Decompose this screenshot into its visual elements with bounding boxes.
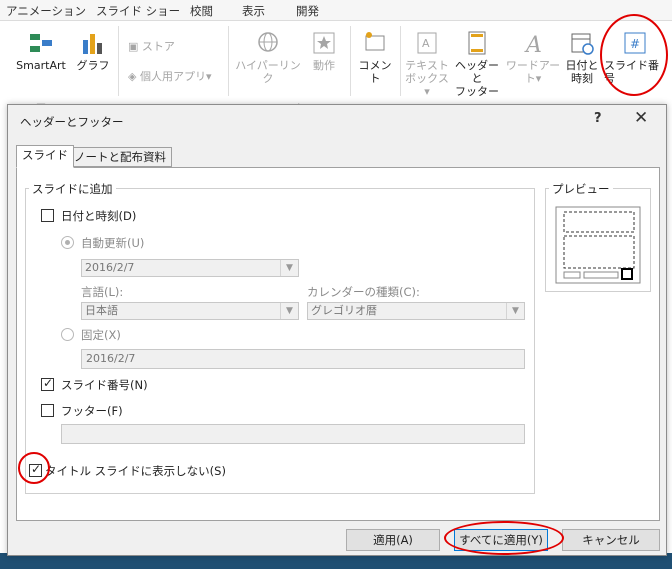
close-button[interactable]: ✕ [634,108,648,128]
fixed-radio[interactable] [61,328,74,341]
preview-label: プレビュー [549,181,613,197]
calendar-icon [571,33,594,55]
tab-review[interactable]: 校閲 [190,3,213,19]
slide-number-checkbox[interactable]: ✓ [41,376,54,391]
chart-button[interactable]: グラフ [76,30,110,72]
wordart-button[interactable]: A ワードアート▾ [504,30,562,85]
dont-show-title-label: タイトル スライドに表示しない(S) [45,464,226,478]
personal-apps-button[interactable]: ◈ 個人用アプリ▾ [128,68,212,84]
ribbon-separator [350,26,351,96]
slide-number-label: スライド番号(N) [61,378,148,392]
ribbon-separator [228,26,229,96]
header-footer-dialog: ヘッダーとフッター ? ✕ スライド ノートと配布資料 スライドに追加 日付と時… [7,104,667,556]
language-select[interactable]: 日本語 ▼ [81,302,299,320]
smartart-label: SmartArt [16,59,66,72]
preview-thumbnail [555,206,641,284]
fixed-date-input[interactable]: 2016/2/7 [81,349,525,369]
ribbon-separator [400,26,401,96]
svg-text:A: A [524,33,542,56]
footer-checkbox[interactable] [41,404,54,417]
smartart-icon [30,34,52,52]
header-footer-button[interactable]: ヘッダーと フッター [452,30,502,98]
bar-chart-icon [83,34,102,54]
textbox-icon: A [417,32,437,54]
header-footer-icon [468,31,486,55]
chart-label: グラフ [76,59,110,72]
ribbon-separator [118,26,119,96]
textbox-button[interactable]: A テキスト ボックス▾ [404,30,450,98]
svg-text:A: A [422,37,430,50]
chevron-down-icon: ▼ [280,303,298,319]
tab-panel: スライドに追加 日付と時刻(D) 自動更新(U) 2016/2/7 ▼ 言語(L… [16,167,660,521]
tab-slide[interactable]: スライド [16,145,74,168]
tab-notes-handouts[interactable]: ノートと配布資料 [68,147,172,167]
calendar-type-label: カレンダーの種類(C): [307,285,420,299]
footer-label: フッター(F) [61,404,123,418]
tab-animations[interactable]: アニメーション [6,3,86,19]
tab-view[interactable]: 表示 [242,3,265,19]
language-label: 言語(L): [81,285,124,299]
store-icon: ▣ [128,40,142,53]
ribbon-tabbar: アニメーション スライド ショー 校閲 表示 開発 [0,0,672,21]
auto-update-date-select[interactable]: 2016/2/7 ▼ [81,259,299,277]
cancel-button[interactable]: キャンセル [562,529,660,551]
tab-slideshow[interactable]: スライド ショー [96,3,180,19]
store-button[interactable]: ▣ ストア [128,38,175,54]
highlight-circle-apply-all [444,521,564,555]
action-button[interactable]: 動作 [306,30,342,72]
checkmark-icon: ✓ [43,376,54,390]
help-button[interactable]: ? [594,111,602,126]
auto-update-label: 自動更新(U) [81,236,145,250]
fixed-label: 固定(X) [81,328,121,342]
star-icon [313,32,335,54]
globe-link-icon [258,32,278,52]
chevron-down-icon: ▼ [506,303,524,319]
date-time-label: 日付と時刻(D) [61,209,137,223]
dialog-title: ヘッダーとフッター [20,115,124,129]
smartart-button[interactable]: SmartArt [12,30,70,72]
wordart-icon: A [524,33,542,58]
hyperlink-button[interactable]: ハイパーリンク [234,30,302,85]
highlight-circle-title-checkbox [18,452,50,484]
tab-developer[interactable]: 開発 [296,3,319,19]
auto-update-radio[interactable] [61,236,74,249]
ribbon: アニメーション スライド ショー 校閲 表示 開発 SmartArt グラフ ▣… [0,0,672,115]
chevron-down-icon: ▼ [280,260,298,276]
comment-button[interactable]: コメント [354,30,396,85]
datetime-button[interactable]: 日付と 時刻 [564,30,600,85]
highlight-circle-slide-number [600,14,668,96]
dropdown-caret-icon: ▾ [205,70,212,83]
date-time-checkbox[interactable] [41,209,54,222]
apps-icon: ◈ [128,70,140,83]
apply-button[interactable]: 適用(A) [346,529,440,551]
comment-icon [365,32,385,51]
section-title: スライドに追加 [29,181,116,197]
calendar-type-select[interactable]: グレゴリオ暦 ▼ [307,302,525,320]
footer-text-input[interactable] [61,424,525,444]
